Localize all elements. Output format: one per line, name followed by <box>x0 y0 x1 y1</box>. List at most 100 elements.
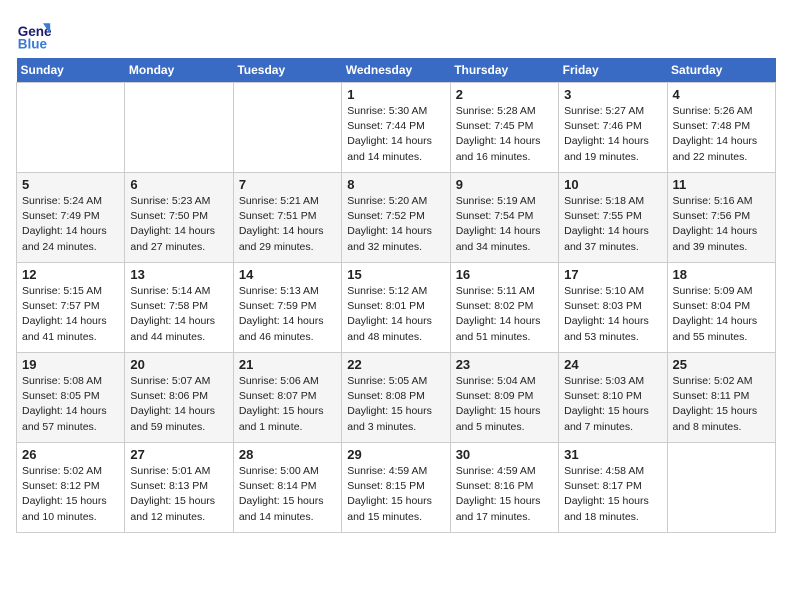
day-info: Sunrise: 5:26 AM Sunset: 7:48 PM Dayligh… <box>673 104 770 165</box>
day-number: 15 <box>347 267 444 282</box>
day-cell: 21 Sunrise: 5:06 AM Sunset: 8:07 PM Dayli… <box>233 353 341 443</box>
day-info: Sunrise: 4:59 AM Sunset: 8:15 PM Dayligh… <box>347 464 444 525</box>
day-cell: 13Sunrise: 5:14 AM Sunset: 7:58 PM Dayli… <box>125 263 233 353</box>
day-cell: 4 Sunrise: 5:26 AM Sunset: 7:48 PM Daylig… <box>667 83 775 173</box>
day-number: 14 <box>239 267 336 282</box>
day-number: 7 <box>239 177 336 192</box>
day-info: Sunrise: 5:00 AM Sunset: 8:14 PM Dayligh… <box>239 464 336 525</box>
day-info: Sunrise: 5:09 AM Sunset: 8:04 PM Dayligh… <box>673 284 770 345</box>
day-cell: 16 Sunrise: 5:11 AM Sunset: 8:02 PM Dayli… <box>450 263 558 353</box>
week-row-3: 12 Sunrise: 5:15 AM Sunset: 7:57 PM Dayli… <box>17 263 776 353</box>
week-row-5: 26 Sunrise: 5:02 AM Sunset: 8:12 PM Dayli… <box>17 443 776 533</box>
day-number: 10 <box>564 177 661 192</box>
day-number: 25 <box>673 357 770 372</box>
day-number: 16 <box>456 267 553 282</box>
day-number: 26 <box>22 447 119 462</box>
day-number: 11 <box>673 177 770 192</box>
day-info: Sunrise: 5:13 AM Sunset: 7:59 PM Dayligh… <box>239 284 336 345</box>
day-cell: 5 Sunrise: 5:24 AM Sunset: 7:49 PM Daylig… <box>17 173 125 263</box>
day-info: Sunrise: 5:12 AM Sunset: 8:01 PM Dayligh… <box>347 284 444 345</box>
day-number: 4 <box>673 87 770 102</box>
header-sunday: Sunday <box>17 58 125 83</box>
day-info: Sunrise: 5:10 AM Sunset: 8:03 PM Dayligh… <box>564 284 661 345</box>
day-cell: 29 Sunrise: 4:59 AM Sunset: 8:15 PM Dayli… <box>342 443 450 533</box>
day-info: Sunrise: 5:15 AM Sunset: 7:57 PM Dayligh… <box>22 284 119 345</box>
day-cell: 12 Sunrise: 5:15 AM Sunset: 7:57 PM Dayli… <box>17 263 125 353</box>
day-info: Sunrise: 5:14 AM Sunset: 7:58 PM Dayligh… <box>130 284 227 345</box>
day-cell: 7Sunrise: 5:21 AM Sunset: 7:51 PM Daylig… <box>233 173 341 263</box>
day-info: Sunrise: 5:19 AM Sunset: 7:54 PM Dayligh… <box>456 194 553 255</box>
day-info: Sunrise: 5:18 AM Sunset: 7:55 PM Dayligh… <box>564 194 661 255</box>
day-cell: 22 Sunrise: 5:05 AM Sunset: 8:08 PM Dayli… <box>342 353 450 443</box>
day-cell: 10 Sunrise: 5:18 AM Sunset: 7:55 PM Dayli… <box>559 173 667 263</box>
day-cell: 8 Sunrise: 5:20 AM Sunset: 7:52 PM Daylig… <box>342 173 450 263</box>
day-number: 19 <box>22 357 119 372</box>
day-number: 27 <box>130 447 227 462</box>
day-cell: 19 Sunrise: 5:08 AM Sunset: 8:05 PM Dayli… <box>17 353 125 443</box>
day-info: Sunrise: 5:05 AM Sunset: 8:08 PM Dayligh… <box>347 374 444 435</box>
day-info: Sunrise: 5:02 AM Sunset: 8:12 PM Dayligh… <box>22 464 119 525</box>
day-number: 20 <box>130 357 227 372</box>
page-header: General Blue <box>16 16 776 52</box>
header-wednesday: Wednesday <box>342 58 450 83</box>
day-number: 12 <box>22 267 119 282</box>
week-row-2: 5 Sunrise: 5:24 AM Sunset: 7:49 PM Daylig… <box>17 173 776 263</box>
day-info: Sunrise: 5:24 AM Sunset: 7:49 PM Dayligh… <box>22 194 119 255</box>
header-monday: Monday <box>125 58 233 83</box>
day-number: 29 <box>347 447 444 462</box>
day-cell: 24Sunrise: 5:03 AM Sunset: 8:10 PM Dayli… <box>559 353 667 443</box>
day-number: 30 <box>456 447 553 462</box>
week-row-1: 1 Sunrise: 5:30 AM Sunset: 7:44 PM Daylig… <box>17 83 776 173</box>
day-number: 8 <box>347 177 444 192</box>
day-cell <box>125 83 233 173</box>
day-cell: 15 Sunrise: 5:12 AM Sunset: 8:01 PM Dayli… <box>342 263 450 353</box>
week-row-4: 19 Sunrise: 5:08 AM Sunset: 8:05 PM Dayli… <box>17 353 776 443</box>
header-friday: Friday <box>559 58 667 83</box>
day-cell: 1 Sunrise: 5:30 AM Sunset: 7:44 PM Daylig… <box>342 83 450 173</box>
day-cell: 9 Sunrise: 5:19 AM Sunset: 7:54 PM Daylig… <box>450 173 558 263</box>
logo-icon: General Blue <box>16 16 52 52</box>
day-number: 5 <box>22 177 119 192</box>
day-cell: 18 Sunrise: 5:09 AM Sunset: 8:04 PM Dayli… <box>667 263 775 353</box>
day-number: 17 <box>564 267 661 282</box>
calendar-table: SundayMondayTuesdayWednesdayThursdayFrid… <box>16 58 776 533</box>
svg-text:Blue: Blue <box>18 36 48 51</box>
day-number: 1 <box>347 87 444 102</box>
day-cell: 30 Sunrise: 4:59 AM Sunset: 8:16 PM Dayli… <box>450 443 558 533</box>
day-info: Sunrise: 5:30 AM Sunset: 7:44 PM Dayligh… <box>347 104 444 165</box>
day-info: Sunrise: 5:23 AM Sunset: 7:50 PM Dayligh… <box>130 194 227 255</box>
day-info: Sunrise: 5:08 AM Sunset: 8:05 PM Dayligh… <box>22 374 119 435</box>
day-info: Sunrise: 4:58 AM Sunset: 8:17 PM Dayligh… <box>564 464 661 525</box>
header-saturday: Saturday <box>667 58 775 83</box>
day-number: 23 <box>456 357 553 372</box>
day-info: Sunrise: 5:28 AM Sunset: 7:45 PM Dayligh… <box>456 104 553 165</box>
logo: General Blue <box>16 16 56 52</box>
day-cell <box>667 443 775 533</box>
day-number: 18 <box>673 267 770 282</box>
day-info: Sunrise: 5:11 AM Sunset: 8:02 PM Dayligh… <box>456 284 553 345</box>
day-cell: 3Sunrise: 5:27 AM Sunset: 7:46 PM Daylig… <box>559 83 667 173</box>
day-cell: 17 Sunrise: 5:10 AM Sunset: 8:03 PM Dayli… <box>559 263 667 353</box>
day-number: 24 <box>564 357 661 372</box>
day-cell: 2 Sunrise: 5:28 AM Sunset: 7:45 PM Daylig… <box>450 83 558 173</box>
day-number: 21 <box>239 357 336 372</box>
day-info: Sunrise: 4:59 AM Sunset: 8:16 PM Dayligh… <box>456 464 553 525</box>
header-row: SundayMondayTuesdayWednesdayThursdayFrid… <box>17 58 776 83</box>
day-cell: 6 Sunrise: 5:23 AM Sunset: 7:50 PM Daylig… <box>125 173 233 263</box>
day-number: 9 <box>456 177 553 192</box>
day-cell: 11 Sunrise: 5:16 AM Sunset: 7:56 PM Dayli… <box>667 173 775 263</box>
day-number: 22 <box>347 357 444 372</box>
day-info: Sunrise: 5:27 AM Sunset: 7:46 PM Dayligh… <box>564 104 661 165</box>
day-cell <box>17 83 125 173</box>
day-cell: 31 Sunrise: 4:58 AM Sunset: 8:17 PM Dayli… <box>559 443 667 533</box>
day-number: 6 <box>130 177 227 192</box>
day-info: Sunrise: 5:16 AM Sunset: 7:56 PM Dayligh… <box>673 194 770 255</box>
header-tuesday: Tuesday <box>233 58 341 83</box>
day-info: Sunrise: 5:07 AM Sunset: 8:06 PM Dayligh… <box>130 374 227 435</box>
day-info: Sunrise: 5:02 AM Sunset: 8:11 PM Dayligh… <box>673 374 770 435</box>
day-info: Sunrise: 5:06 AM Sunset: 8:07 PM Dayligh… <box>239 374 336 435</box>
day-info: Sunrise: 5:20 AM Sunset: 7:52 PM Dayligh… <box>347 194 444 255</box>
day-number: 28 <box>239 447 336 462</box>
day-number: 31 <box>564 447 661 462</box>
day-number: 2 <box>456 87 553 102</box>
